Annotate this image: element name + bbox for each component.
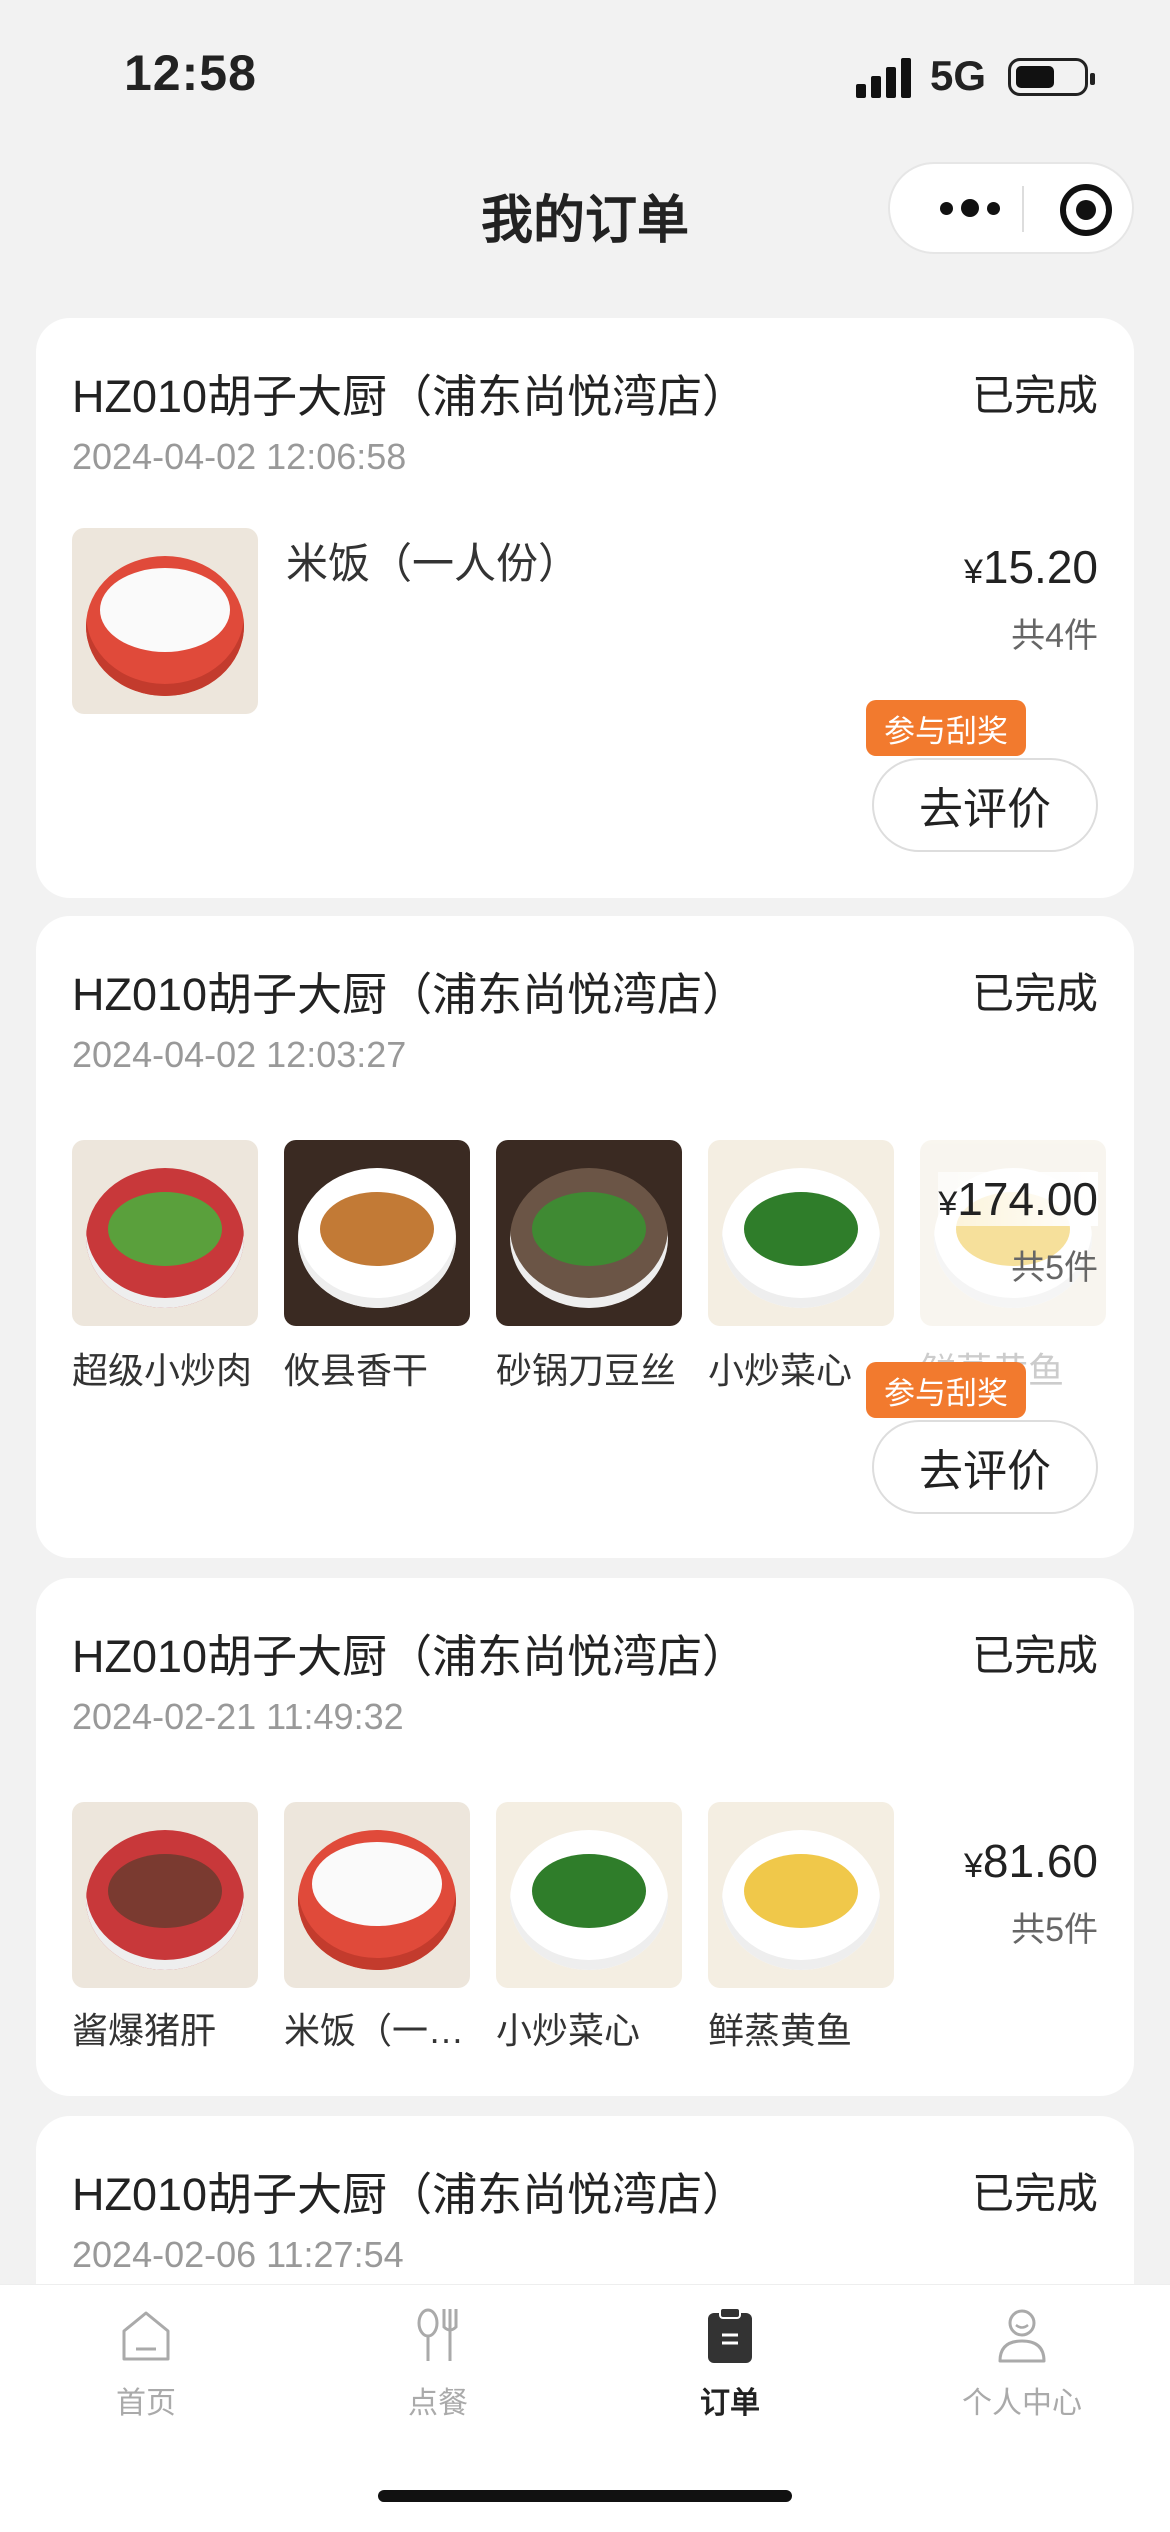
dish-name: 超级小炒肉	[72, 1350, 253, 1391]
dish-image	[496, 1802, 682, 1988]
dish-name: 米饭（一…	[284, 2010, 465, 2051]
item-count: 共5件	[1011, 1911, 1098, 1949]
order-clipboard-icon	[708, 2307, 752, 2363]
tab-label: 订单	[700, 2387, 760, 2420]
dish-image	[72, 1140, 258, 1326]
tab-profile[interactable]: 个人中心	[922, 2305, 1122, 2422]
navigation-bar: 我的订单	[0, 140, 1170, 280]
capsule-divider	[1022, 186, 1024, 232]
dish-image	[496, 1140, 682, 1326]
dish-name: 攸县香干	[284, 1350, 429, 1391]
more-icon[interactable]	[930, 164, 1010, 252]
item-count: 共5件	[1011, 1249, 1098, 1287]
order-status: 已完成	[971, 1632, 1098, 1679]
tab-label: 点餐	[408, 2387, 468, 2420]
dish-name: 鲜蒸黄鱼	[708, 2010, 853, 2051]
tab-label: 个人中心	[962, 2387, 1082, 2420]
home-indicator	[378, 2490, 792, 2502]
dish-title: 米饭（一人份）	[286, 540, 581, 587]
store-name: HZ010胡子大厨（浦东尚悦湾店）	[72, 969, 748, 1020]
order-status: 已完成	[971, 2170, 1098, 2217]
order-status: 已完成	[971, 372, 1098, 419]
miniprogram-capsule	[888, 162, 1134, 254]
dish-image	[708, 1140, 894, 1326]
order-card[interactable]: HZ010胡子大厨（浦东尚悦湾店） 已完成 2024-04-02 12:03:2…	[36, 916, 1134, 1558]
review-button[interactable]: 去评价	[872, 758, 1098, 852]
dish-image	[284, 1802, 470, 1988]
order-card[interactable]: HZ010胡子大厨（浦东尚悦湾店） 已完成 2024-02-21 11:49:3…	[36, 1578, 1134, 2096]
home-icon	[122, 2311, 170, 2361]
tab-orders[interactable]: 订单	[630, 2305, 830, 2422]
close-miniprogram-icon[interactable]	[1060, 184, 1112, 236]
store-name: HZ010胡子大厨（浦东尚悦湾店）	[72, 1631, 748, 1682]
network-type: 5G	[930, 52, 987, 99]
tab-label: 首页	[116, 2387, 176, 2420]
tab-home[interactable]: 首页	[46, 2305, 246, 2422]
dish-name: 砂锅刀豆丝	[496, 1350, 677, 1391]
scratch-lottery-tag: 参与刮奖	[866, 1362, 1026, 1430]
dish-image	[920, 1140, 1106, 1326]
item-count: 共4件	[1011, 617, 1098, 655]
order-card[interactable]: HZ010胡子大厨（浦东尚悦湾店） 已完成 2024-04-02 12:06:5…	[36, 318, 1134, 898]
order-time: 2024-04-02 12:03:27	[72, 1034, 407, 1075]
status-time: 12:58	[124, 45, 257, 101]
fork-spoon-icon	[417, 2308, 458, 2361]
store-name: HZ010胡子大厨（浦东尚悦湾店）	[72, 371, 748, 422]
scratch-lottery-tag: 参与刮奖	[866, 700, 1026, 768]
tab-order-food[interactable]: 点餐	[338, 2305, 538, 2422]
dish-image	[708, 1802, 894, 1988]
order-time: 2024-04-02 12:06:58	[72, 436, 407, 477]
order-price: ¥174.00	[938, 1172, 1098, 1226]
dish-image	[72, 1802, 258, 1988]
user-icon	[998, 2309, 1046, 2363]
dish-image	[284, 1140, 470, 1326]
dish-name: 小炒菜心	[496, 2010, 641, 2051]
review-button[interactable]: 去评价	[872, 1420, 1098, 1514]
order-time: 2024-02-06 11:27:54	[72, 2234, 404, 2275]
battery-icon	[1008, 58, 1095, 96]
order-price: ¥81.60	[963, 1835, 1098, 1887]
dish-name: 酱爆猪肝	[72, 2010, 217, 2051]
order-time: 2024-02-21 11:49:32	[72, 1696, 404, 1737]
order-status: 已完成	[971, 970, 1098, 1017]
store-name: HZ010胡子大厨（浦东尚悦湾店）	[72, 2169, 748, 2220]
order-price: ¥15.20	[963, 541, 1098, 593]
signal-icon	[856, 58, 911, 98]
status-bar: 12:58 5G	[0, 0, 1170, 140]
dish-image	[72, 528, 258, 714]
